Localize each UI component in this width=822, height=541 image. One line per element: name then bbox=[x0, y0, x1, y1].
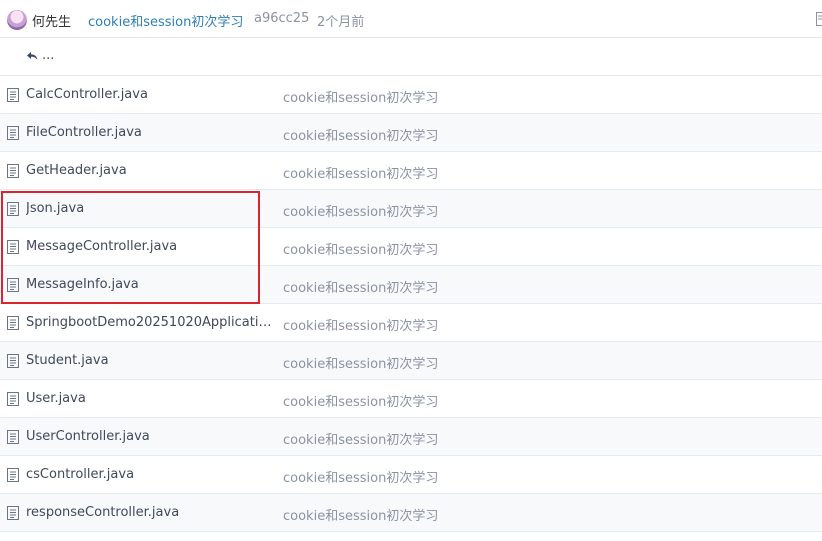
file-name-link[interactable]: MessageController.java bbox=[26, 239, 279, 254]
file-name-link[interactable]: SpringbootDemo20251020Application.... bbox=[26, 315, 279, 330]
file-name-link[interactable]: UserController.java bbox=[26, 429, 279, 444]
file-icon bbox=[7, 240, 19, 254]
file-icon bbox=[7, 88, 19, 102]
file-row[interactable]: Student.java cookie和session初次学习 bbox=[0, 342, 822, 380]
file-commit-message[interactable]: cookie和session初次学习 bbox=[283, 87, 438, 106]
commit-message-link[interactable]: cookie和session初次学习 bbox=[88, 11, 243, 30]
file-name-link[interactable]: Json.java bbox=[26, 201, 279, 216]
file-name-link[interactable]: responseController.java bbox=[26, 505, 279, 520]
parent-directory-label: ... bbox=[42, 48, 55, 63]
file-row[interactable]: CalcController.java cookie和session初次学习 bbox=[0, 76, 822, 114]
file-row[interactable]: responseController.java cookie和session初次学… bbox=[0, 494, 822, 532]
commit-author[interactable]: 何先生 bbox=[32, 11, 71, 30]
file-icon bbox=[7, 278, 19, 292]
file-commit-message[interactable]: cookie和session初次学习 bbox=[283, 315, 438, 334]
file-row[interactable]: csController.java cookie和session初次学习 bbox=[0, 456, 822, 494]
file-icon bbox=[7, 126, 19, 140]
file-row[interactable]: User.java cookie和session初次学习 bbox=[0, 380, 822, 418]
file-name-link[interactable]: csController.java bbox=[26, 467, 279, 482]
latest-commit-bar: 何先生 cookie和session初次学习 a96cc25 2个月前 bbox=[0, 0, 822, 38]
file-row[interactable]: Json.java cookie和session初次学习 bbox=[0, 190, 822, 228]
file-commit-message[interactable]: cookie和session初次学习 bbox=[283, 277, 438, 296]
file-icon bbox=[7, 506, 19, 520]
file-commit-message[interactable]: cookie和session初次学习 bbox=[283, 201, 438, 220]
file-commit-message[interactable]: cookie和session初次学习 bbox=[283, 429, 438, 448]
file-icon bbox=[7, 316, 19, 330]
file-name-link[interactable]: FileController.java bbox=[26, 125, 279, 140]
file-row[interactable]: FileController.java cookie和session初次学习 bbox=[0, 114, 822, 152]
file-row[interactable]: SpringbootDemo20251020Application.... coo… bbox=[0, 304, 822, 342]
file-commit-message[interactable]: cookie和session初次学习 bbox=[283, 391, 438, 410]
file-icon bbox=[7, 392, 19, 406]
file-row[interactable]: GetHeader.java cookie和session初次学习 bbox=[0, 152, 822, 190]
parent-directory-row[interactable]: ... bbox=[0, 38, 822, 76]
file-name-link[interactable]: Student.java bbox=[26, 353, 279, 368]
file-name-link[interactable]: GetHeader.java bbox=[26, 163, 279, 178]
file-commit-message[interactable]: cookie和session初次学习 bbox=[283, 505, 438, 524]
file-row[interactable]: MessageInfo.java cookie和session初次学习 bbox=[0, 266, 822, 304]
file-commit-message[interactable]: cookie和session初次学习 bbox=[283, 467, 438, 486]
file-icon bbox=[7, 354, 19, 368]
file-icon bbox=[7, 202, 19, 216]
file-row[interactable]: UserController.java cookie和session初次学习 bbox=[0, 418, 822, 456]
file-icon bbox=[7, 468, 19, 482]
commit-hash-link[interactable]: a96cc25 bbox=[254, 11, 309, 26]
file-commit-message[interactable]: cookie和session初次学习 bbox=[283, 125, 438, 144]
file-commit-message[interactable]: cookie和session初次学习 bbox=[283, 353, 438, 372]
file-name-link[interactable]: MessageInfo.java bbox=[26, 277, 279, 292]
back-arrow-icon bbox=[27, 52, 38, 60]
file-name-link[interactable]: CalcController.java bbox=[26, 87, 279, 102]
file-icon bbox=[7, 430, 19, 444]
commit-time: 2个月前 bbox=[317, 15, 365, 30]
file-commit-message[interactable]: cookie和session初次学习 bbox=[283, 239, 438, 258]
file-icon bbox=[7, 164, 19, 178]
history-icon[interactable] bbox=[816, 12, 822, 26]
file-row[interactable]: MessageController.java cookie和session初次学习 bbox=[0, 228, 822, 266]
avatar[interactable] bbox=[7, 10, 27, 30]
file-commit-message[interactable]: cookie和session初次学习 bbox=[283, 163, 438, 182]
file-name-link[interactable]: User.java bbox=[26, 391, 279, 406]
